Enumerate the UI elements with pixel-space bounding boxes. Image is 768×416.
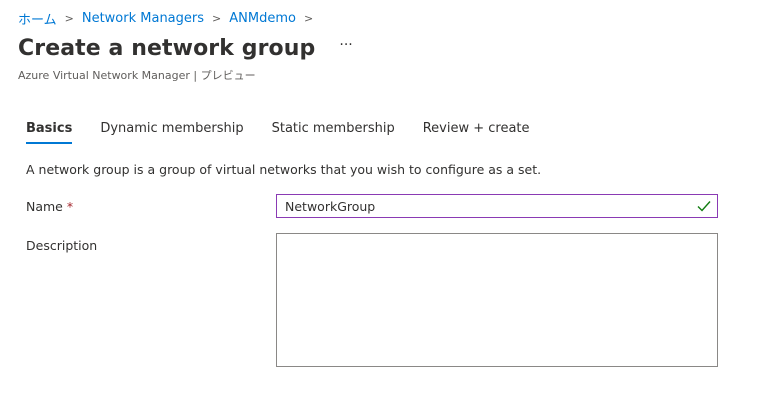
name-label-text: Name: [26, 199, 63, 214]
title-row: Create a network group ···: [18, 36, 353, 61]
breadcrumb-network-managers-link[interactable]: Network Managers: [82, 11, 204, 26]
page-subtitle: Azure Virtual Network Manager | プレビュー: [18, 69, 256, 82]
page-title: Create a network group: [18, 36, 316, 61]
breadcrumb-home-link[interactable]: ホーム: [18, 9, 57, 28]
required-marker: *: [66, 199, 74, 214]
tab-basics[interactable]: Basics: [26, 121, 73, 144]
tab-list: Basics Dynamic membership Static members…: [26, 121, 558, 144]
breadcrumb-anmdemo-link[interactable]: ANMdemo: [229, 11, 296, 26]
tab-static-membership[interactable]: Static membership: [272, 121, 395, 144]
tab-dynamic-membership[interactable]: Dynamic membership: [100, 121, 243, 144]
description-field[interactable]: [276, 233, 718, 367]
description-textarea[interactable]: [277, 234, 717, 366]
name-label: Name *: [26, 199, 73, 214]
name-input[interactable]: [277, 196, 695, 216]
description-label: Description: [26, 238, 98, 253]
form-description: A network group is a group of virtual ne…: [26, 162, 542, 177]
tab-review-create[interactable]: Review + create: [423, 121, 530, 144]
more-options-button[interactable]: ···: [339, 37, 352, 53]
breadcrumb: ホーム > Network Managers > ANMdemo >: [18, 9, 321, 28]
chevron-right-icon: >: [64, 12, 74, 25]
name-field[interactable]: [276, 194, 718, 218]
checkmark-icon: [695, 197, 713, 215]
chevron-right-icon: >: [303, 12, 314, 25]
chevron-right-icon: >: [212, 12, 222, 25]
